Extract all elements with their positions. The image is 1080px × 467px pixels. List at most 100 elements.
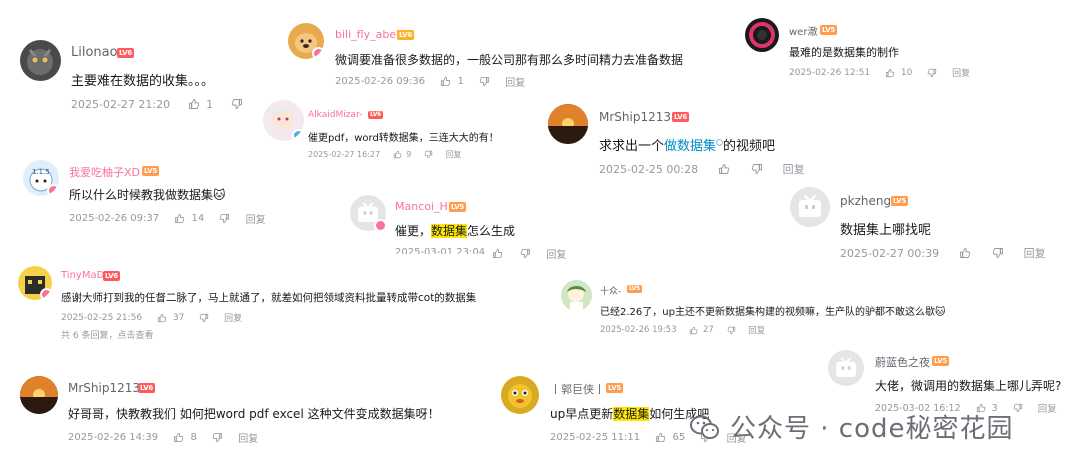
sunset-avatar-icon [20,376,58,414]
avatar[interactable] [20,40,61,81]
reply-button[interactable]: 回复 [1038,401,1057,415]
like-icon[interactable] [655,432,666,443]
ring-avatar-icon [749,22,775,48]
view-replies-link[interactable]: 共 6 条回复，点击查看 [61,328,153,341]
timestamp: 2025-02-25 11:11 [550,432,641,443]
dislike-icon[interactable] [212,432,223,443]
level-badge: LV6 [397,30,414,40]
search-keyword-link[interactable]: 做数据集○ [664,138,723,154]
like-icon[interactable] [440,76,451,87]
like-count: 65 [672,432,686,443]
reply-button[interactable]: 回复 [224,311,242,324]
level-badge: LV6 [103,271,120,281]
avatar[interactable] [561,280,592,311]
dislike-icon[interactable] [992,247,1004,259]
comment-text: 求求出一个做数据集○的视频吧 [599,135,775,154]
comment-text: 微调要准备很多数据的，一般公司那有那么多时间精力去准备数据 [335,53,684,67]
dislike-icon[interactable] [1013,403,1023,413]
avatar[interactable] [828,350,864,386]
dislike-icon[interactable] [751,163,763,175]
like-count: 9 [406,150,412,159]
username[interactable]: Mancoi_H [395,200,448,213]
avatar[interactable] [548,104,588,144]
dislike-icon[interactable] [424,150,433,159]
level-badge: LV5 [891,196,908,206]
comment-text: 感谢大师打到我的任督二脉了，马上就通了，就差如何把领域资料批量转成带cot的数据… [61,292,477,304]
comment-text: 所以什么时候教我做数据集🐱 [69,186,226,203]
vip-badge [47,184,59,196]
avatar[interactable] [20,376,58,414]
default-tv-avatar-icon [828,350,864,386]
reply-button[interactable]: 回复 [505,74,525,89]
username[interactable]: wer澈 [789,23,817,38]
username[interactable]: TinyMaD [61,270,104,281]
comment-text-part: 求求出一个 [599,139,665,154]
avatar[interactable] [790,187,830,227]
dislike-icon[interactable] [927,68,937,78]
username[interactable]: MrShip12138 [68,381,148,395]
username[interactable]: 丨郭巨侠丨 [550,381,605,397]
avatar[interactable]: 1.1.5 [23,160,59,196]
comment-actions: 回复 [492,246,566,261]
comment-text: 催更，数据集怎么生成 [395,222,515,239]
username[interactable]: AlkaidMizar- [308,110,362,120]
like-count: 27 [703,325,714,335]
username[interactable]: 十众- [600,284,621,297]
comment-text: up早点更新数据集如何生成吧 [550,405,709,422]
like-count: 10 [900,67,913,78]
username[interactable]: Lilonao [71,45,118,60]
timestamp: 2025-02-25 00:28 [599,162,699,176]
comment-text-part: 已经2.26了，up主还不更新数据集构建的视频嘛，生产队的驴都不敢这么歇 [600,307,935,318]
reply-button[interactable]: 回复 [952,66,970,79]
comment-text-part: up早点更新 [550,407,614,421]
reply-button[interactable]: 回复 [238,430,258,445]
dislike-icon[interactable] [479,76,490,87]
like-icon[interactable] [885,68,895,78]
reply-button[interactable]: 回复 [546,246,566,261]
reply-button[interactable]: 回复 [748,324,765,336]
like-icon[interactable] [188,98,200,110]
dislike-icon[interactable] [727,326,736,335]
like-icon[interactable] [492,248,503,259]
level-badge: LV5 [932,356,949,366]
avatar[interactable] [501,376,539,414]
comment-text: 大佬，微调用的数据集上哪儿弄呢? [875,379,1062,393]
level-badge: LV5 [820,25,837,35]
username[interactable]: MrShip12138 [599,110,679,124]
username[interactable]: bili_fly_abel [335,28,399,41]
like-icon[interactable] [959,247,971,259]
avatar[interactable] [263,100,304,141]
avatar[interactable] [745,18,779,52]
highlighted-keyword: 数据集 [613,407,650,421]
reply-button[interactable]: 回复 [783,161,805,177]
avatar[interactable] [288,23,324,59]
reply-button[interactable]: 回复 [246,211,266,226]
reply-button[interactable]: 回复 [1024,245,1046,261]
avatar[interactable] [18,266,52,300]
avatar[interactable] [350,195,387,232]
username[interactable]: pkzheng [840,194,891,208]
username[interactable]: 蔚蓝色之夜 [875,354,930,370]
cartoon-bird-avatar-icon [508,384,532,408]
username[interactable]: 我爱吃柚子XD [69,164,140,180]
like-icon[interactable] [393,150,402,159]
timestamp: 2025-02-27 21:20 [71,97,171,111]
level-badge: LV6 [138,383,155,393]
keyword-text: 做数据集 [664,139,717,154]
comment-text-part: 怎么生成 [467,224,516,238]
like-icon[interactable] [173,432,184,443]
level-badge: LV6 [672,112,689,122]
dislike-icon[interactable] [199,313,209,323]
reply-button[interactable]: 回复 [445,149,461,160]
comment-meta: 2025-02-25 00:28 回复 [599,161,805,177]
dislike-icon[interactable] [520,248,531,259]
like-icon[interactable] [689,326,698,335]
like-count: 1 [457,76,464,87]
comment-text: 最难的是数据集的制作 [789,46,899,59]
dislike-icon[interactable] [219,213,230,224]
like-icon[interactable] [718,163,730,175]
dislike-icon[interactable] [231,98,243,110]
like-icon[interactable] [157,313,167,323]
like-icon[interactable] [174,213,185,224]
comment-text: 好哥哥，快教教我们 如何把word pdf excel 这种文件变成数据集呀！ [68,407,440,421]
